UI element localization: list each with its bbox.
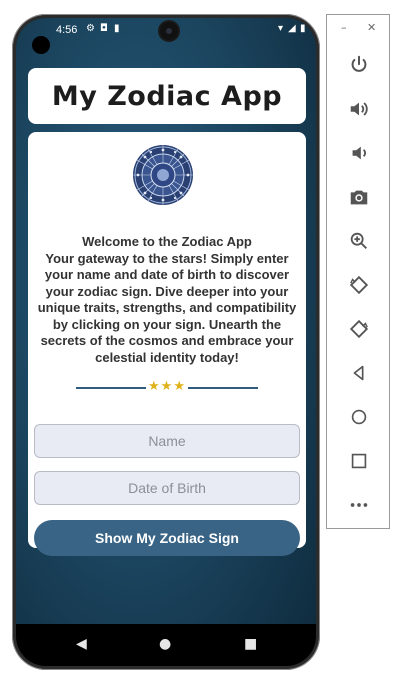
star-divider: ★★★ <box>76 379 258 394</box>
close-icon[interactable]: ✕ <box>367 21 376 34</box>
back-icon[interactable] <box>347 361 371 385</box>
back-icon[interactable]: ◀ <box>76 636 87 652</box>
intro-body: Your gateway to the stars! Simply enter … <box>37 250 297 365</box>
emulator-control-panel: – ✕ <box>326 14 390 529</box>
device-screen: 4:56 ⚙ ◘ ▮ ▾ ◢ ▮ My Zodiac App Welcome t… <box>16 18 316 666</box>
welcome-heading: Welcome to the Zodiac App <box>82 234 252 249</box>
title-card: My Zodiac App <box>28 68 306 124</box>
date-of-birth-input[interactable] <box>34 471 300 505</box>
app-background: 4:56 ⚙ ◘ ▮ ▾ ◢ ▮ My Zodiac App Welcome t… <box>16 18 316 666</box>
minimize-icon[interactable]: – <box>341 21 347 34</box>
show-zodiac-sign-button[interactable]: Show My Zodiac Sign <box>34 520 300 556</box>
intro-text: Welcome to the Zodiac App Your gateway t… <box>32 234 302 366</box>
battery-icon: ▮ <box>300 23 306 34</box>
divider-line-right <box>188 387 258 389</box>
record-icon: ◘ <box>100 23 108 34</box>
status-time: 4:56 <box>56 24 78 36</box>
home-icon[interactable]: ● <box>159 636 171 652</box>
recents-icon[interactable]: ■ <box>244 636 257 652</box>
rotate-left-icon[interactable] <box>347 273 371 297</box>
stars-icon: ★★★ <box>148 379 186 394</box>
app-title: My Zodiac App <box>51 80 283 112</box>
power-icon[interactable] <box>347 53 371 77</box>
camera-notch <box>160 22 178 40</box>
overview-icon[interactable] <box>347 449 371 473</box>
name-input[interactable] <box>34 424 300 458</box>
wifi-icon: ▾ <box>278 23 284 34</box>
front-camera <box>32 36 50 54</box>
zodiac-wheel-icon <box>133 145 193 205</box>
panel-window-controls: – ✕ <box>327 21 391 35</box>
camera-icon[interactable] <box>347 185 371 209</box>
divider-line-left <box>76 387 146 389</box>
volume-up-icon[interactable] <box>347 97 371 121</box>
gear-icon: ⚙ <box>86 23 95 34</box>
main-card: Welcome to the Zodiac App Your gateway t… <box>28 132 306 556</box>
navigation-bar: ◀ ● ■ <box>16 624 316 666</box>
status-bar: 4:56 ⚙ ◘ ▮ ▾ ◢ ▮ <box>16 18 316 54</box>
rotate-right-icon[interactable] <box>347 317 371 341</box>
zoom-icon[interactable] <box>347 229 371 253</box>
sd-card-icon: ▮ <box>114 23 120 34</box>
home-icon[interactable] <box>347 405 371 429</box>
more-icon[interactable] <box>347 493 371 517</box>
signal-icon: ◢ <box>288 23 296 34</box>
volume-down-icon[interactable] <box>347 141 371 165</box>
